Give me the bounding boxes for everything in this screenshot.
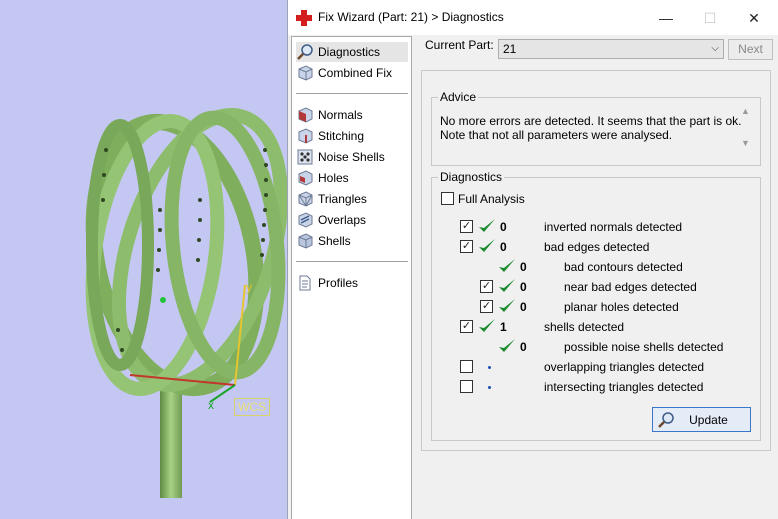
triangles-icon xyxy=(298,191,313,207)
nav-item-shells[interactable]: Shells xyxy=(296,231,408,251)
diagnostics-panel: Advice No more errors are detected. It s… xyxy=(421,70,771,451)
nav-label: Triangles xyxy=(318,192,367,206)
nav-label: Stitching xyxy=(318,129,365,143)
minimize-button[interactable]: — xyxy=(646,6,686,30)
row-checkbox[interactable] xyxy=(460,360,473,373)
row-checkbox[interactable]: ✓ xyxy=(480,280,493,293)
overlaps-icon xyxy=(298,212,313,228)
wizard-nav: Diagnostics Combined Fix Normals Stitchi… xyxy=(291,36,412,519)
advice-group: Advice No more errors are detected. It s… xyxy=(431,90,761,166)
window-title: Fix Wizard (Part: 21) > Diagnostics xyxy=(318,10,504,24)
row-label: intersecting triangles detected xyxy=(544,380,704,394)
magnifier-icon xyxy=(297,44,313,60)
advice-title: Advice xyxy=(438,90,479,104)
ring-model xyxy=(85,108,287,498)
close-button[interactable]: ✕ xyxy=(734,6,774,30)
nav-item-overlaps[interactable]: Overlaps xyxy=(296,210,408,230)
row-count: 0 xyxy=(520,280,527,294)
nav-label: Shells xyxy=(318,234,351,248)
row-count: 0 xyxy=(500,240,507,254)
row-checkbox[interactable]: ✓ xyxy=(460,320,473,333)
next-button[interactable]: Next xyxy=(728,39,773,60)
row-label: overlapping triangles detected xyxy=(544,360,705,374)
advice-scrollbar[interactable]: ▲ ▼ xyxy=(738,106,754,156)
check-icon xyxy=(479,319,495,332)
row-count: 0 xyxy=(520,340,527,354)
maximize-button[interactable]: ☐ xyxy=(690,6,730,30)
row-count: 0 xyxy=(520,300,527,314)
stitching-icon xyxy=(298,128,313,144)
nav-item-diagnostics[interactable]: Diagnostics xyxy=(296,42,408,62)
holes-icon xyxy=(298,170,313,186)
current-part-value: 21 xyxy=(503,42,517,56)
3d-viewport[interactable]: y x WCS xyxy=(0,0,287,519)
diagnostics-group: Diagnostics Full Analysis ✓ 0 inverted nor… xyxy=(431,170,761,441)
nav-item-holes[interactable]: Holes xyxy=(296,168,408,188)
row-label: possible noise shells detected xyxy=(564,340,724,354)
row-count: 0 xyxy=(500,220,507,234)
check-icon xyxy=(499,259,515,272)
advice-line: No more errors are detected. It seems th… xyxy=(440,114,742,128)
nav-item-triangles[interactable]: Triangles xyxy=(296,189,408,209)
nav-label: Normals xyxy=(318,108,363,122)
noise-shells-icon xyxy=(297,149,313,165)
normals-icon xyxy=(298,107,313,123)
row-label: bad edges detected xyxy=(544,240,650,254)
nav-item-normals[interactable]: Normals xyxy=(296,105,408,125)
chevron-down-icon: ⌵ xyxy=(711,43,719,54)
check-icon xyxy=(499,299,515,312)
nav-label: Combined Fix xyxy=(318,66,393,80)
title-bar[interactable]: Fix Wizard (Part: 21) > Diagnostics — ☐ … xyxy=(288,0,778,35)
nav-label: Overlaps xyxy=(318,213,367,227)
wcs-label: WCS xyxy=(234,398,270,416)
nav-item-combined-fix[interactable]: Combined Fix xyxy=(296,63,408,83)
row-count: 0 xyxy=(520,260,527,274)
row-checkbox[interactable]: ✓ xyxy=(460,240,473,253)
row-label: shells detected xyxy=(544,320,625,334)
nav-label: Profiles xyxy=(318,276,359,290)
pending-dot-icon xyxy=(488,386,491,389)
app-cross-icon xyxy=(296,10,312,26)
nav-label: Noise Shells xyxy=(318,150,385,164)
full-analysis-checkbox[interactable] xyxy=(441,192,454,205)
update-button[interactable]: Update xyxy=(652,407,751,432)
nav-item-stitching[interactable]: Stitching xyxy=(296,126,408,146)
fix-wizard-window: Fix Wizard (Part: 21) > Diagnostics — ☐ … xyxy=(287,0,778,519)
check-icon xyxy=(479,219,495,232)
check-icon xyxy=(479,239,495,252)
row-checkbox[interactable]: ✓ xyxy=(460,220,473,233)
diagnostics-title: Diagnostics xyxy=(438,170,505,184)
scroll-up-icon[interactable]: ▲ xyxy=(741,106,750,116)
nav-item-noise-shells[interactable]: Noise Shells xyxy=(296,147,408,167)
x-axis-label: x xyxy=(208,398,214,412)
row-checkbox[interactable] xyxy=(460,380,473,393)
nav-divider xyxy=(296,93,408,94)
document-icon xyxy=(299,275,311,291)
check-icon xyxy=(499,279,515,292)
row-label: bad contours detected xyxy=(564,260,683,274)
current-part-dropdown[interactable]: 21 ⌵ xyxy=(498,39,724,59)
cube-icon xyxy=(298,65,313,81)
current-part-label: Current Part: xyxy=(425,38,494,52)
advice-text: No more errors are detected. It seems th… xyxy=(440,114,756,160)
advice-line: Note that not all parameters were analys… xyxy=(440,128,673,142)
nav-label: Holes xyxy=(318,171,349,185)
scroll-down-icon[interactable]: ▼ xyxy=(741,138,750,148)
full-analysis-label: Full Analysis xyxy=(458,192,525,206)
check-icon xyxy=(499,339,515,352)
row-count: 1 xyxy=(500,320,507,334)
update-label: Update xyxy=(689,413,728,427)
pivot-point xyxy=(160,297,166,303)
row-checkbox[interactable]: ✓ xyxy=(480,300,493,313)
row-label: inverted normals detected xyxy=(544,220,683,234)
y-axis-label: y xyxy=(246,280,252,294)
pending-dot-icon xyxy=(488,366,491,369)
shells-icon xyxy=(298,233,313,249)
nav-item-profiles[interactable]: Profiles xyxy=(296,273,408,293)
nav-label: Diagnostics xyxy=(318,45,381,59)
row-label: near bad edges detected xyxy=(564,280,697,294)
nav-divider xyxy=(296,261,408,262)
row-label: planar holes detected xyxy=(564,300,679,314)
ring-stem xyxy=(160,380,182,498)
